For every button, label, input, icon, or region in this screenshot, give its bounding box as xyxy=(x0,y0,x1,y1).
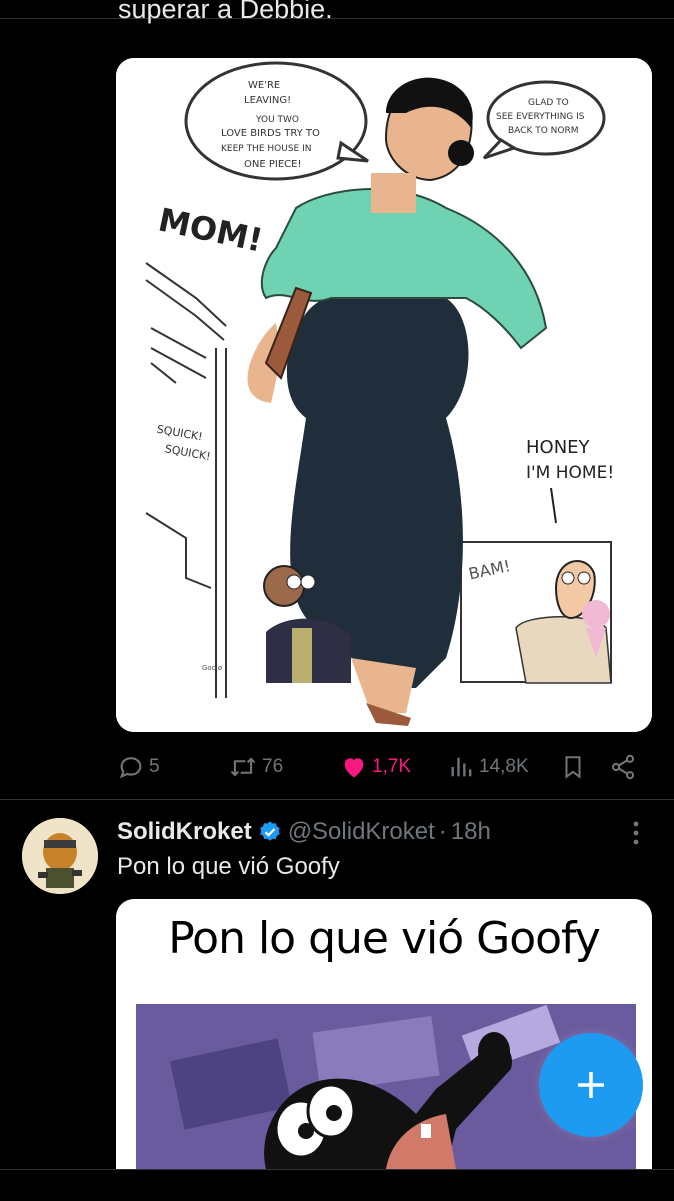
reply-icon xyxy=(119,757,142,779)
share-button[interactable] xyxy=(609,748,637,786)
tweet-divider xyxy=(0,799,674,800)
separator-dot: · xyxy=(438,818,447,845)
share-icon xyxy=(611,754,635,780)
bubble-left-line-5: KEEP THE HOUSE IN xyxy=(221,144,311,154)
artist-signature: Goo'ø xyxy=(202,664,223,672)
bubble-left-line-4: LOVE BIRDS TRY TO xyxy=(221,128,320,139)
honey-text-2: I'M HOME! xyxy=(526,463,614,483)
repost-count: 76 xyxy=(262,756,284,777)
views-button[interactable]: 14,8K xyxy=(449,748,529,786)
repost-icon xyxy=(230,757,256,777)
verified-badge-icon xyxy=(258,820,282,844)
display-name[interactable]: SolidKroket xyxy=(117,818,252,846)
reply-count: 5 xyxy=(149,756,160,777)
previous-tweet-text: superar a Debbie. xyxy=(118,0,333,24)
tweet-text: Pon lo que vió Goofy xyxy=(117,853,340,880)
bubble-right-line-2: SEE EVERYTHING IS xyxy=(496,112,585,122)
bookmark-icon xyxy=(565,756,581,779)
compose-button[interactable] xyxy=(539,1033,643,1137)
bubble-left-line-6: ONE PIECE! xyxy=(244,159,301,170)
repost-button[interactable]: 76 xyxy=(228,748,283,786)
bubble-right-line-1: GLAD TO xyxy=(528,98,569,108)
heart-icon xyxy=(344,758,364,778)
reply-button[interactable]: 5 xyxy=(117,748,160,786)
like-button[interactable]: 1,7K xyxy=(340,748,411,786)
tweet-action-bar: 5 76 1,7K 14,8K xyxy=(0,748,674,788)
tweet-header: SolidKroket @SolidKroket · 18h xyxy=(117,815,491,849)
avatar[interactable] xyxy=(22,818,98,894)
timestamp[interactable]: 18h xyxy=(451,818,491,846)
bubble-left-line-2: LEAVING! xyxy=(244,95,291,106)
more-icon[interactable] xyxy=(626,818,646,848)
bookmark-button[interactable] xyxy=(560,748,586,786)
comic-image[interactable]: WE'RE LEAVING! YOU TWO LOVE BIRDS TRY TO… xyxy=(116,58,652,732)
views-icon xyxy=(451,757,472,777)
views-count: 14,8K xyxy=(479,756,529,777)
bubble-right-line-3: BACK TO NORM xyxy=(508,126,579,136)
bubble-left-line-1: WE'RE xyxy=(248,80,280,91)
top-separator xyxy=(0,0,674,19)
handle[interactable]: @SolidKroket xyxy=(288,818,435,846)
plus-icon xyxy=(578,1072,604,1098)
bubble-left-line-3: YOU TWO xyxy=(255,115,299,125)
speech-bubble-left: WE'RE LEAVING! YOU TWO LOVE BIRDS TRY TO… xyxy=(184,61,369,181)
like-count: 1,7K xyxy=(372,756,412,777)
bottom-navigation-bar xyxy=(0,1169,674,1201)
honey-text-1: HONEY xyxy=(526,437,591,458)
